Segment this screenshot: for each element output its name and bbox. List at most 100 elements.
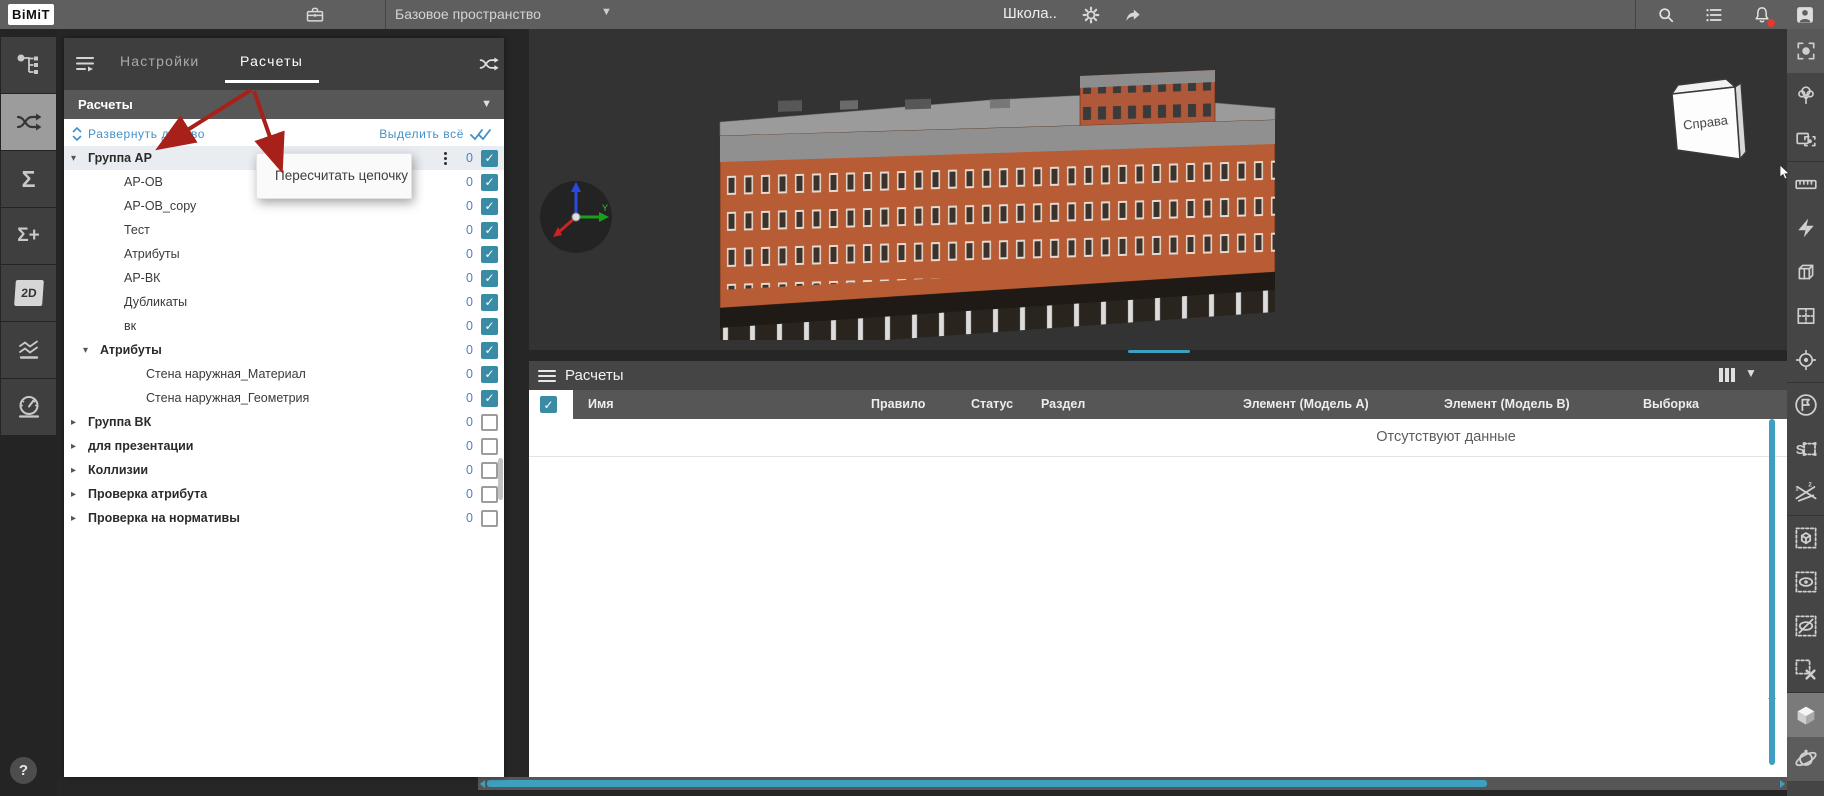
- charts-tool[interactable]: [1, 322, 56, 378]
- tree-row-10[interactable]: Стена наружная_Геометрия 0: [64, 386, 504, 410]
- column-header-2[interactable]: Статус: [971, 397, 1013, 411]
- scroll-right-arrow[interactable]: [1780, 780, 1785, 788]
- panel-drag-handle[interactable]: [1128, 350, 1190, 353]
- expand-caret-icon[interactable]: ▸: [71, 489, 88, 500]
- 3d-viewport[interactable]: Справа Y: [529, 29, 1787, 350]
- section-box-tool[interactable]: [1787, 250, 1824, 294]
- scroll-left-arrow[interactable]: [480, 780, 485, 788]
- column-header-4[interactable]: Элемент (Модель A): [1243, 397, 1369, 411]
- bimit-logo[interactable]: BiMiT: [8, 4, 54, 25]
- item-checkbox[interactable]: [481, 485, 498, 503]
- tree-row-15[interactable]: ▸ Проверка на нормативы 0: [64, 506, 504, 530]
- expand-tree-link[interactable]: Развернуть дерево: [72, 127, 205, 141]
- expand-caret-icon[interactable]: ▸: [71, 513, 88, 524]
- environment-tree-tool[interactable]: [1787, 73, 1824, 117]
- tree-row-13[interactable]: ▸ Коллизии 0: [64, 458, 504, 482]
- column-header-6[interactable]: Выборка: [1643, 397, 1699, 411]
- select-all-link[interactable]: Выделить всё: [379, 127, 492, 141]
- model-tree-tool[interactable]: [1, 37, 56, 93]
- horizontal-scrollbar-thumb[interactable]: [487, 780, 1487, 787]
- tree-row-8[interactable]: ▾ Атрибуты 0: [64, 338, 504, 362]
- share-icon[interactable]: [1122, 4, 1144, 26]
- item-checkbox[interactable]: [481, 461, 498, 479]
- dashboard-gauge-tool[interactable]: [1, 379, 56, 435]
- help-button[interactable]: ?: [10, 757, 37, 784]
- gear-icon[interactable]: [1080, 4, 1102, 26]
- horizontal-scrollbar-track[interactable]: [478, 777, 1787, 790]
- isolate-selection-tool[interactable]: [1787, 117, 1824, 161]
- column-header-3[interactable]: Раздел: [1041, 397, 1085, 411]
- expand-caret-icon[interactable]: ▸: [71, 441, 88, 452]
- item-checkbox[interactable]: [481, 221, 498, 239]
- tree-row-12[interactable]: ▸ для презентации 0: [64, 434, 504, 458]
- clear-selection-tool[interactable]: [1787, 648, 1824, 692]
- tree-row-9[interactable]: Стена наружная_Материал 0: [64, 362, 504, 386]
- tab-settings[interactable]: Настройки: [120, 53, 199, 69]
- tree-row-14[interactable]: ▸ Проверка атрибута 0: [64, 482, 504, 506]
- recalculate-chain-item[interactable]: Пересчитать цепочку: [257, 154, 411, 198]
- tree-row-6[interactable]: Дубликаты 0: [64, 290, 504, 314]
- notifications-bell-icon[interactable]: [1751, 4, 1775, 27]
- links-shuffle-tool[interactable]: [1, 94, 56, 150]
- sum-tool[interactable]: Σ: [1, 151, 56, 207]
- view-cube[interactable]: Справа: [1662, 78, 1748, 164]
- item-checkbox[interactable]: [481, 317, 498, 335]
- tree-row-11[interactable]: ▸ Группа ВК 0: [64, 410, 504, 434]
- select-all-checkbox[interactable]: [540, 396, 557, 413]
- search-icon[interactable]: [1655, 4, 1677, 26]
- column-header-5[interactable]: Элемент (Модель B): [1444, 397, 1570, 411]
- flag-note-tool[interactable]: [1787, 383, 1824, 427]
- item-checkbox[interactable]: [481, 437, 498, 455]
- item-checkbox[interactable]: [481, 509, 498, 527]
- tree-row-4[interactable]: Атрибуты 0: [64, 242, 504, 266]
- sheets-2d-tool[interactable]: 2D: [1, 265, 56, 321]
- columns-icon[interactable]: [1719, 368, 1735, 382]
- collapse-caret-icon[interactable]: ▾: [83, 345, 100, 356]
- workspace-caret-icon[interactable]: ▼: [601, 6, 612, 18]
- axis-gizmo[interactable]: Y: [536, 177, 616, 257]
- table-vertical-scrollbar[interactable]: [1769, 419, 1775, 765]
- expand-caret-icon[interactable]: ▸: [71, 417, 88, 428]
- results-menu-icon[interactable]: [538, 369, 556, 383]
- item-checkbox[interactable]: [481, 173, 498, 191]
- box-visibility-tool[interactable]: [1787, 516, 1824, 560]
- column-header-0[interactable]: Имя: [588, 397, 614, 411]
- tree-row-3[interactable]: Тест 0: [64, 218, 504, 242]
- expand-caret-icon[interactable]: ▸: [71, 465, 88, 476]
- item-checkbox[interactable]: [481, 197, 498, 215]
- item-checkbox[interactable]: [481, 245, 498, 263]
- tree-row-7[interactable]: вк 0: [64, 314, 504, 338]
- item-checkbox[interactable]: [481, 269, 498, 287]
- show-elements-tool[interactable]: [1787, 560, 1824, 604]
- measure-ruler-tool[interactable]: [1787, 162, 1824, 206]
- item-checkbox[interactable]: [481, 293, 498, 311]
- section-flash-tool[interactable]: [1787, 206, 1824, 250]
- scrollbar-down-arrow[interactable]: [1768, 698, 1776, 703]
- tree-row-5[interactable]: АР-ВК 0: [64, 266, 504, 290]
- section-bar[interactable]: Расчеты ▼: [64, 90, 504, 119]
- shuffle-icon[interactable]: [478, 54, 500, 74]
- item-checkbox[interactable]: [481, 149, 498, 167]
- floor-plan-tool[interactable]: [1787, 294, 1824, 338]
- solid-view-tool[interactable]: [1787, 693, 1824, 737]
- panel-menu-icon[interactable]: [75, 55, 95, 73]
- zoom-fit-tool[interactable]: [1787, 29, 1824, 73]
- row-menu-icon[interactable]: [444, 151, 447, 165]
- list-icon[interactable]: [1703, 4, 1725, 26]
- briefcase-icon[interactable]: [304, 4, 326, 26]
- workspace-selector[interactable]: Базовое пространство: [395, 6, 541, 22]
- tab-calculations[interactable]: Расчеты: [240, 53, 303, 69]
- item-checkbox[interactable]: [481, 341, 498, 359]
- hide-elements-tool[interactable]: [1787, 604, 1824, 648]
- selection-set-tool[interactable]: S: [1787, 427, 1824, 471]
- item-checkbox[interactable]: [481, 389, 498, 407]
- column-header-1[interactable]: Правило: [871, 397, 925, 411]
- orbit-tool[interactable]: [1787, 737, 1824, 781]
- locate-target-tool[interactable]: [1787, 338, 1824, 382]
- account-icon[interactable]: [1794, 4, 1816, 26]
- axes-measure-tool[interactable]: 12: [1787, 471, 1824, 515]
- item-checkbox[interactable]: [481, 365, 498, 383]
- sum-plus-tool[interactable]: Σ+: [1, 208, 56, 264]
- collapse-caret-icon[interactable]: ▾: [71, 153, 88, 164]
- chevron-down-icon[interactable]: ▼: [1745, 366, 1757, 380]
